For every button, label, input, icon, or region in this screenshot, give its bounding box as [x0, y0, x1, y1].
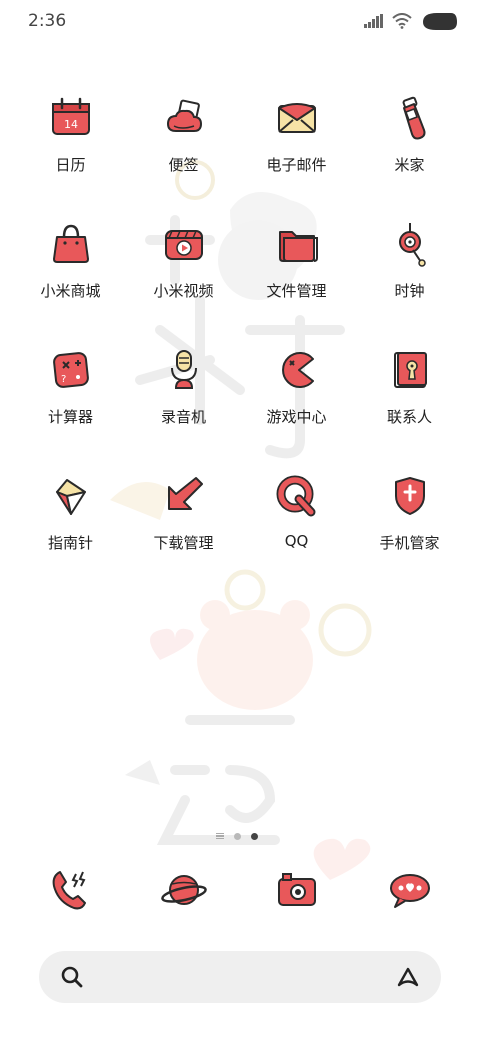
app-mi-video[interactable]: 小米视频	[127, 216, 240, 342]
contacts-book-icon	[386, 346, 434, 394]
app-label: 联系人	[386, 408, 432, 426]
app-label: 指南针	[47, 534, 93, 552]
email-icon	[273, 94, 321, 142]
game-center-icon	[273, 346, 321, 394]
app-email[interactable]: 电子邮件	[240, 90, 353, 216]
battery-icon	[423, 13, 457, 30]
app-label: 游戏中心	[266, 408, 327, 426]
app-calendar[interactable]: 14 日历	[14, 90, 127, 216]
app-label: 小米商城	[40, 282, 101, 300]
phone-icon	[45, 864, 97, 916]
app-game-center[interactable]: 游戏中心	[240, 342, 353, 468]
app-label: 计算器	[47, 408, 93, 426]
calculator-icon: ?	[47, 346, 95, 394]
microphone-icon	[160, 346, 208, 394]
status-bar: 2:36	[0, 0, 480, 44]
app-downloads[interactable]: 下载管理	[127, 468, 240, 594]
app-clock[interactable]: 时钟	[353, 216, 466, 342]
signal-icon	[364, 14, 383, 28]
app-label: 便签	[168, 156, 199, 174]
folder-icon	[273, 220, 321, 268]
app-contacts[interactable]: 联系人	[353, 342, 466, 468]
app-label: QQ	[284, 532, 309, 550]
notes-icon	[160, 94, 208, 142]
dock-messages[interactable]	[353, 864, 466, 916]
qq-icon	[273, 472, 321, 520]
app-compass[interactable]: 指南针	[14, 468, 127, 594]
dock-browser[interactable]	[127, 864, 240, 916]
camera-icon	[271, 864, 323, 916]
mijia-icon	[386, 94, 434, 142]
download-arrow-icon	[160, 472, 208, 520]
search-icon[interactable]	[59, 964, 85, 990]
wifi-icon	[392, 13, 412, 29]
app-label: 下载管理	[153, 534, 214, 552]
app-label: 米家	[394, 156, 425, 174]
app-label: 日历	[55, 156, 86, 174]
app-calculator[interactable]: ? 计算器	[14, 342, 127, 468]
app-notes[interactable]: 便签	[127, 90, 240, 216]
app-label: 手机管家	[379, 534, 440, 552]
app-qq[interactable]: QQ	[240, 468, 353, 594]
shopping-bag-icon	[47, 220, 95, 268]
menu-lines-icon	[216, 832, 224, 840]
search-bar[interactable]	[39, 951, 441, 1003]
clock-icon	[386, 220, 434, 268]
app-mi-store[interactable]: 小米商城	[14, 216, 127, 342]
app-label: 小米视频	[153, 282, 214, 300]
app-recorder[interactable]: 录音机	[127, 342, 240, 468]
app-grid: 14 日历 便签 电子邮件 米家 小米商城 小米视频 文件管理 时钟 ? 计算器…	[14, 90, 466, 594]
page-indicator[interactable]	[216, 830, 264, 842]
app-label: 电子邮件	[266, 156, 327, 174]
calendar-date-text: 14	[64, 118, 78, 131]
app-mijia[interactable]: 米家	[353, 90, 466, 216]
svg-text:?: ?	[61, 374, 66, 385]
messages-icon	[384, 864, 436, 916]
status-time: 2:36	[28, 11, 67, 31]
video-icon	[160, 220, 208, 268]
compass-icon	[47, 472, 95, 520]
security-shield-icon	[386, 472, 434, 520]
dock-phone[interactable]	[14, 864, 127, 916]
calendar-icon: 14	[47, 94, 95, 142]
app-security[interactable]: 手机管家	[353, 468, 466, 594]
app-label: 时钟	[394, 282, 425, 300]
dock	[14, 864, 466, 916]
app-file-manager[interactable]: 文件管理	[240, 216, 353, 342]
page-dot-active[interactable]	[251, 832, 258, 840]
dock-camera[interactable]	[240, 864, 353, 916]
page-dot[interactable]	[234, 832, 241, 840]
app-label: 文件管理	[266, 282, 327, 300]
browser-planet-icon	[158, 864, 210, 916]
assistant-icon[interactable]	[395, 964, 421, 990]
app-label: 录音机	[160, 408, 206, 426]
